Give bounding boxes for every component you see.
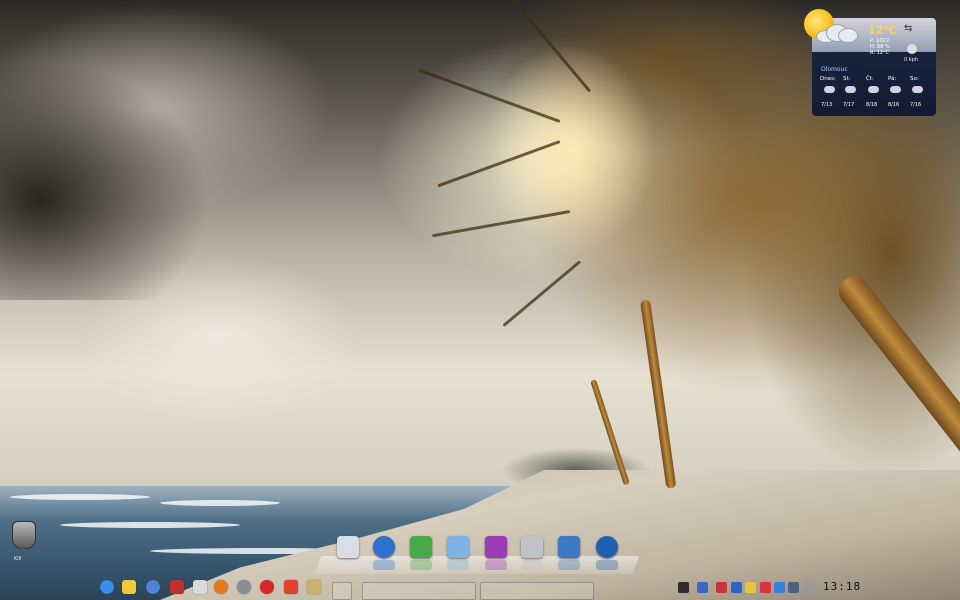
editor-icon[interactable]: [193, 580, 207, 594]
media-player-icon[interactable]: [485, 536, 507, 558]
forecast-temp: 7/13: [821, 102, 833, 108]
cloud-icon: [912, 86, 923, 93]
cloudy-icon: [814, 22, 858, 43]
dock-reflection: [410, 560, 432, 570]
browser-icon[interactable]: [596, 536, 618, 558]
start-menu-icon[interactable]: [100, 580, 114, 594]
microphone-widget-label: Kill: [14, 556, 22, 562]
panel-clock[interactable]: 13:18: [823, 580, 861, 593]
forecast-temp: 7/16: [910, 102, 922, 108]
forecast-day: Dnes:: [820, 76, 836, 82]
presentation-icon[interactable]: [558, 536, 580, 558]
dewpoint-value: R: 12°C: [870, 50, 889, 56]
dock-reflection: [485, 560, 507, 570]
taskbar-button[interactable]: [362, 582, 476, 600]
forecast-temp: 8/16: [888, 102, 900, 108]
rain-cloud-icon: [824, 86, 835, 93]
wave: [60, 522, 240, 528]
disk-icon[interactable]: [237, 580, 251, 594]
volume-icon[interactable]: [788, 582, 799, 593]
dock-reflection: [558, 560, 580, 570]
folder-tray-icon[interactable]: [745, 582, 756, 593]
forecast-day: Čt:: [866, 76, 874, 82]
cloud-icon: [890, 86, 901, 93]
wallpaper-dark-clouds: [0, 0, 420, 300]
globe-icon[interactable]: [373, 536, 395, 558]
wind-icon: ⇆: [904, 23, 913, 34]
forecast-day: St:: [843, 76, 851, 82]
mail-tray-icon[interactable]: [731, 582, 742, 593]
wave: [10, 494, 150, 500]
chat-icon[interactable]: [122, 580, 136, 594]
firefox-icon[interactable]: [214, 580, 228, 594]
network-icon[interactable]: [697, 582, 708, 593]
forecast-day: Pá:: [888, 76, 897, 82]
microphone-icon[interactable]: [12, 521, 36, 554]
terminal-icon[interactable]: [678, 582, 689, 593]
dock-reflection: [337, 560, 359, 570]
wave: [160, 500, 280, 506]
dock-reflection: [521, 560, 543, 570]
bluetooth-icon[interactable]: [774, 582, 785, 593]
forecast-temp: 7/17: [843, 102, 855, 108]
power-icon[interactable]: [804, 582, 815, 593]
dock-reflection: [447, 560, 469, 570]
calculator-icon[interactable]: [521, 536, 543, 558]
taskbar-button[interactable]: [480, 582, 594, 600]
update-icon[interactable]: [760, 582, 771, 593]
flag-icon[interactable]: [716, 582, 727, 593]
video-icon[interactable]: [170, 580, 184, 594]
city-name: Olomouc: [821, 66, 848, 73]
home-folder-icon[interactable]: [447, 536, 469, 558]
notes-icon[interactable]: [307, 580, 321, 594]
taskbar-button[interactable]: [332, 582, 352, 600]
forecast-temp: 8/18: [866, 102, 878, 108]
cloud-icon: [868, 86, 879, 93]
dock-reflection: [596, 560, 618, 570]
cloud-icon: [845, 86, 856, 93]
forecast-day: So:: [910, 76, 919, 82]
current-temperature: 12°C: [868, 24, 897, 37]
dock-shelf: [314, 556, 640, 574]
settings-icon[interactable]: [146, 580, 160, 594]
wind-speed: 0 kph: [904, 57, 919, 63]
mail-icon[interactable]: [337, 536, 359, 558]
dock-reflection: [373, 560, 395, 570]
wind-gauge-icon: [907, 44, 917, 54]
weather-widget[interactable]: 12°C ⇆ P: 1022 H: 88 % R: 12°C 0 kph Olo…: [804, 9, 936, 116]
music-icon[interactable]: [260, 580, 274, 594]
graphics-icon[interactable]: [284, 580, 298, 594]
file-manager-icon[interactable]: [410, 536, 432, 558]
